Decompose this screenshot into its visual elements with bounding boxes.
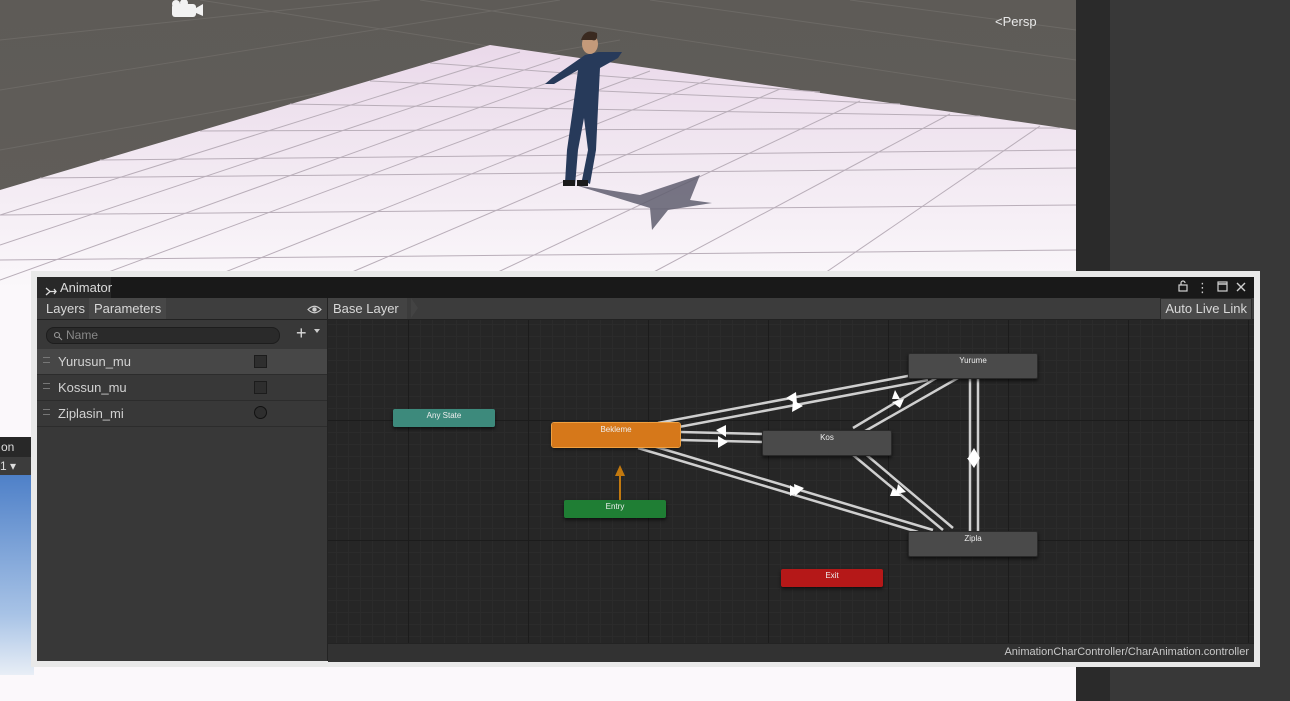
caret-down-icon[interactable] <box>314 329 320 333</box>
add-parameter-button[interactable]: + <box>296 324 307 342</box>
auto-live-link-button[interactable]: Auto Live Link <box>1160 298 1252 320</box>
state-entry[interactable]: Entry <box>564 500 666 518</box>
parameter-row[interactable]: Yurusun_mu <box>37 349 327 375</box>
left-window-fragment: on 1 ▾ <box>0 437 35 677</box>
lock-icon[interactable] <box>1178 280 1188 295</box>
tab-layers[interactable]: Layers <box>41 298 90 319</box>
state-kos[interactable]: Kos <box>762 430 892 456</box>
persp-label: Persp <box>1002 14 1037 29</box>
drag-handle-icon[interactable] <box>43 357 50 363</box>
controller-path: AnimationCharController/CharAnimation.co… <box>328 643 1254 662</box>
window-title: Animator <box>60 280 113 295</box>
animator-inner: Animator ⋮ Layers Parameters Name + Yuru… <box>37 277 1254 662</box>
graph-toolbar: Base Layer Auto Live Link <box>328 298 1254 320</box>
breadcrumb-arrow-icon <box>411 298 418 318</box>
breadcrumb[interactable]: Base Layer <box>328 298 407 319</box>
state-exit[interactable]: Exit <box>781 569 883 587</box>
parameter-name: Ziplasin_mi <box>58 406 124 421</box>
parameter-name: Yurusun_mu <box>58 354 131 369</box>
state-bekleme-default[interactable]: Bekleme <box>551 422 681 448</box>
state-any-state[interactable]: Any State <box>393 409 495 427</box>
panel-tabs: Layers Parameters <box>37 298 327 320</box>
fragment-tab-label: on <box>0 437 35 457</box>
bool-checkbox[interactable] <box>254 381 267 394</box>
bool-checkbox[interactable] <box>254 355 267 368</box>
drag-handle-icon[interactable] <box>43 383 50 389</box>
more-options-icon[interactable]: ⋮ <box>1196 280 1209 295</box>
maximize-icon[interactable] <box>1217 280 1228 295</box>
parameter-row[interactable]: Kossun_mu <box>37 375 327 401</box>
state-machine-graph[interactable]: Any State Bekleme Entry Kos Yurume Zipla… <box>328 320 1254 643</box>
eye-icon[interactable] <box>307 302 322 320</box>
search-placeholder: Name <box>66 328 99 342</box>
trigger-radio[interactable] <box>254 406 267 419</box>
parameters-panel: Layers Parameters Name + Yurusun_mu Koss… <box>37 298 328 661</box>
close-icon[interactable] <box>1236 281 1246 295</box>
search-icon <box>53 330 63 345</box>
drag-handle-icon[interactable] <box>43 409 50 415</box>
state-zipla[interactable]: Zipla <box>908 531 1038 557</box>
window-controls: ⋮ <box>1178 280 1246 295</box>
chevron-left-icon: < <box>995 14 1003 29</box>
parameter-name: Kossun_mu <box>58 380 127 395</box>
parameter-row[interactable]: Ziplasin_mi <box>37 401 327 427</box>
animator-window: Animator ⋮ Layers Parameters Name + Yuru… <box>31 271 1260 667</box>
tab-parameters[interactable]: Parameters <box>89 298 167 319</box>
parameter-search-input[interactable]: Name <box>46 327 280 344</box>
transition-lines <box>615 373 980 534</box>
state-yurume[interactable]: Yurume <box>908 353 1038 379</box>
game-view-fragment <box>0 475 34 675</box>
fragment-dropdown[interactable]: 1 ▾ <box>0 457 34 475</box>
entry-transition <box>615 465 625 500</box>
animator-tab[interactable]: Animator <box>37 277 113 298</box>
animator-titlebar: Animator ⋮ <box>37 277 1254 298</box>
caret-down-icon: ▾ <box>10 459 17 473</box>
persp-toggle[interactable]: <Persp <box>995 14 1037 29</box>
